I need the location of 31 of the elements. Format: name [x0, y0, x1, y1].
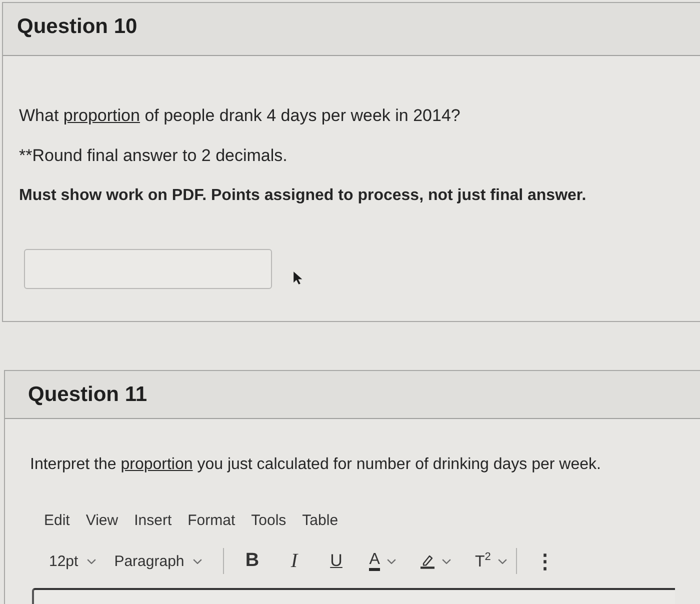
- superscript-button[interactable]: T$^{2}$: [470, 547, 512, 575]
- answer-field[interactable]: [24, 249, 272, 289]
- glossary-link[interactable]: proportion: [120, 456, 193, 473]
- chevron-down-icon: [498, 558, 507, 564]
- glossary-link[interactable]: proportion: [63, 106, 140, 125]
- menu-item[interactable]: Format: [188, 511, 236, 531]
- paragraph-format-dropdown[interactable]: Paragraph: [109, 547, 208, 575]
- more-options-button[interactable]: ⋮: [530, 547, 560, 575]
- menu-item[interactable]: Edit: [44, 511, 70, 531]
- chevron-down-icon: [442, 558, 451, 564]
- question-text: Interpret the proportion you just calculated for number of drinking days per week.: [30, 455, 602, 475]
- underline-button[interactable]: U: [322, 547, 350, 575]
- bold-button[interactable]: B: [238, 547, 266, 575]
- question-text: **Round final answer to 2 decimals.: [19, 145, 288, 167]
- question-title: Question 11: [28, 382, 148, 407]
- question-text: What proportion of people drank 4 days per week in 2014?: [19, 105, 462, 127]
- text-editor-field[interactable]: [32, 588, 675, 604]
- mouse-pointer-icon: [293, 271, 303, 285]
- chevron-down-icon: [193, 558, 202, 564]
- instruction-text: Must show work on PDF. Points assigned to process, not just final answer.: [19, 186, 588, 206]
- font-size-dropdown[interactable]: 12pt: [44, 547, 102, 575]
- highlighter-icon: [420, 553, 435, 569]
- menu-item[interactable]: View: [86, 511, 118, 531]
- menu-item[interactable]: Tools: [251, 511, 286, 531]
- chevron-down-icon: [87, 558, 96, 564]
- text-color-button[interactable]: A: [364, 547, 401, 575]
- question-title: Question 10: [17, 14, 138, 39]
- italic-button[interactable]: I: [280, 547, 308, 575]
- chevron-down-icon: [386, 558, 396, 564]
- menu-item[interactable]: Table: [302, 511, 338, 531]
- menu-item[interactable]: Insert: [134, 511, 172, 531]
